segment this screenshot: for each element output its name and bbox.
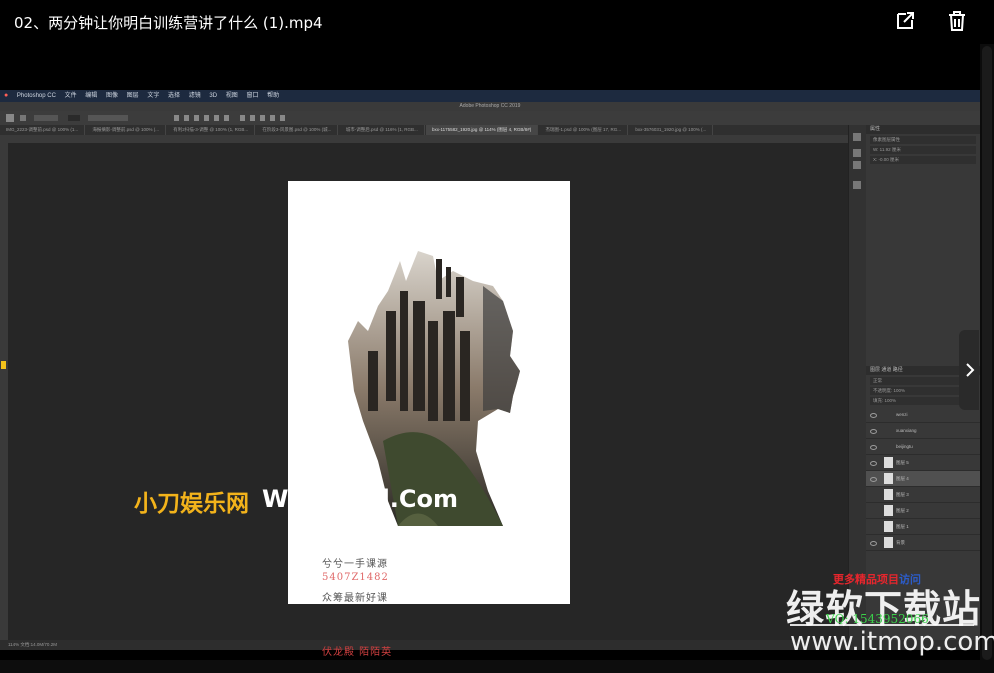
panel-icon[interactable] — [853, 149, 861, 157]
panel-icon[interactable] — [853, 161, 861, 169]
ps-options-bar — [0, 111, 980, 126]
video-title: 02、两分钟让你明白训练营讲了什么 (1).mp4 — [14, 14, 323, 32]
ps-doc-tab[interactable]: 城市-调整后.psd @ 116% (1, RGB... — [340, 125, 425, 135]
layer-row[interactable]: 图层 2 — [866, 503, 980, 519]
ps-menu-item: 文字 — [147, 93, 160, 99]
open-external-icon[interactable] — [892, 8, 918, 34]
layer-row[interactable]: xuanxiang — [866, 423, 980, 439]
layer-thumbnail — [884, 521, 893, 532]
layer-name: wenzi — [896, 412, 908, 417]
ps-doc-tab[interactable]: 有利2扫描-3-调整 @ 100% (1, RGB... — [167, 125, 256, 135]
layer-name: 图层 4 — [896, 476, 909, 481]
layer-row[interactable]: 图层 5 — [866, 455, 980, 471]
eye-icon[interactable] — [870, 477, 877, 482]
top-bar: 02、两分钟让你明白训练营讲了什么 (1).mp4 — [0, 0, 994, 44]
ps-menu-item: 滤镜 — [188, 93, 201, 99]
layer-row[interactable]: 背景 — [866, 535, 980, 551]
layer-name: 图层 3 — [896, 492, 909, 497]
layer-thumbnail — [884, 473, 893, 484]
trash-icon[interactable] — [944, 8, 970, 34]
layer-name: 图层 5 — [896, 460, 909, 465]
layer-name: 背景 — [896, 540, 905, 545]
next-button[interactable] — [959, 330, 979, 410]
panel-icon[interactable] — [853, 181, 861, 189]
layer-thumbnail — [884, 505, 893, 516]
poster-document: 兮兮一手课源 5407Z1482 众筹最新好课 — [288, 181, 570, 604]
ps-doc-tab-active[interactable]: bxx-1175582_1920.jpg @ 114% (图层 4, RGB/8… — [425, 125, 539, 135]
layer-row[interactable]: 图层 1 — [866, 519, 980, 535]
eye-icon[interactable] — [870, 461, 877, 466]
properties-title: 像素图层属性 — [870, 136, 976, 144]
poster-text-line: 伏龙殿 陌陌英 — [322, 647, 393, 658]
eye-icon[interactable] — [870, 429, 877, 434]
layer-row[interactable]: 图层 3 — [866, 487, 980, 503]
ps-menu-item: 视图 — [225, 93, 238, 99]
video-frame[interactable]: ● Photoshop CC 文件 编辑 图像 图层 文字 选择 滤镜 3D 视… — [0, 90, 980, 650]
layer-row[interactable]: beijingtu — [866, 439, 980, 455]
layer-name: 图层 2 — [896, 508, 909, 513]
eye-icon[interactable] — [870, 541, 877, 546]
ps-document-tabs: IMG_2223-调整前.psd @ 100% (1... 海报摘影-调整前.p… — [0, 125, 848, 135]
ps-menu-item: 窗口 — [246, 93, 259, 99]
ps-doc-tab[interactable]: 海报摘影-调整前.psd @ 100% (... — [86, 125, 166, 135]
ps-doc-tab[interactable]: bxx-3576031_1920.jpg @ 100% (... — [629, 125, 714, 135]
window-close-dot: ● — [4, 92, 9, 99]
ps-menu-item: 选择 — [168, 93, 181, 99]
ps-menu-item: 文件 — [64, 93, 77, 99]
width-field[interactable]: W: 11.92 厘米 — [870, 146, 976, 154]
poster-text-line: 5407Z1482 — [322, 572, 389, 583]
ps-menu-item: 图像 — [105, 93, 118, 99]
ps-doc-tab[interactable]: IMG_2223-调整前.psd @ 100% (1... — [0, 125, 86, 135]
chevron-right-icon — [966, 363, 975, 377]
layer-name: 图层 1 — [896, 524, 909, 529]
ps-ruler-vertical — [0, 135, 8, 640]
layer-thumbnail — [884, 537, 893, 548]
eye-icon[interactable] — [870, 445, 877, 450]
ps-menu-item: Photoshop CC — [16, 93, 56, 99]
layer-thumbnail — [884, 489, 893, 500]
ps-menu-item: 编辑 — [85, 93, 98, 99]
ps-menu-item: 3D — [209, 93, 218, 99]
watermark-brand-url: www.itmop.com — [790, 627, 994, 657]
ps-ruler-horizontal — [8, 135, 848, 143]
layer-name: xuanxiang — [896, 428, 917, 433]
double-exposure-image — [348, 251, 520, 526]
watermark-divider — [790, 624, 974, 626]
ps-doc-tab[interactable]: 在阶段3-风景图.psd @ 100% (城... — [256, 125, 339, 135]
poster-text-line: 兮兮一手课源 — [322, 559, 388, 570]
layer-thumbnail — [884, 457, 893, 468]
ps-tool-indicator — [1, 361, 6, 369]
ps-panel-icons — [848, 125, 867, 640]
x-field[interactable]: X: -0.00 厘米 — [870, 156, 976, 164]
panel-icon[interactable] — [853, 133, 861, 141]
watermark-site-url: Www.x6d.Com — [262, 485, 458, 513]
scrollbar-thumb[interactable] — [982, 46, 992, 660]
ps-canvas-area: 兮兮一手课源 5407Z1482 众筹最新好课 — [8, 143, 848, 640]
ps-menu-item: 帮助 — [267, 93, 280, 99]
ps-window-title: Adobe Photoshop CC 2019 — [0, 102, 980, 111]
ps-menu-item: 图层 — [126, 93, 139, 99]
ps-menubar: ● Photoshop CC 文件 编辑 图像 图层 文字 选择 滤镜 3D 视… — [0, 90, 980, 102]
eye-icon[interactable] — [870, 413, 877, 418]
layer-row-selected[interactable]: 图层 4 — [866, 471, 980, 487]
bottom-bar — [0, 660, 980, 673]
ps-doc-tab[interactable]: 杰瑞图-1.psd @ 100% (图层 17, RG... — [539, 125, 629, 135]
layer-name: beijingtu — [896, 444, 913, 449]
properties-tab[interactable]: 属性 — [866, 125, 980, 134]
watermark-site-name: 小刀娱乐网 — [134, 491, 249, 517]
poster-text-line: 众筹最新好课 — [322, 593, 388, 604]
